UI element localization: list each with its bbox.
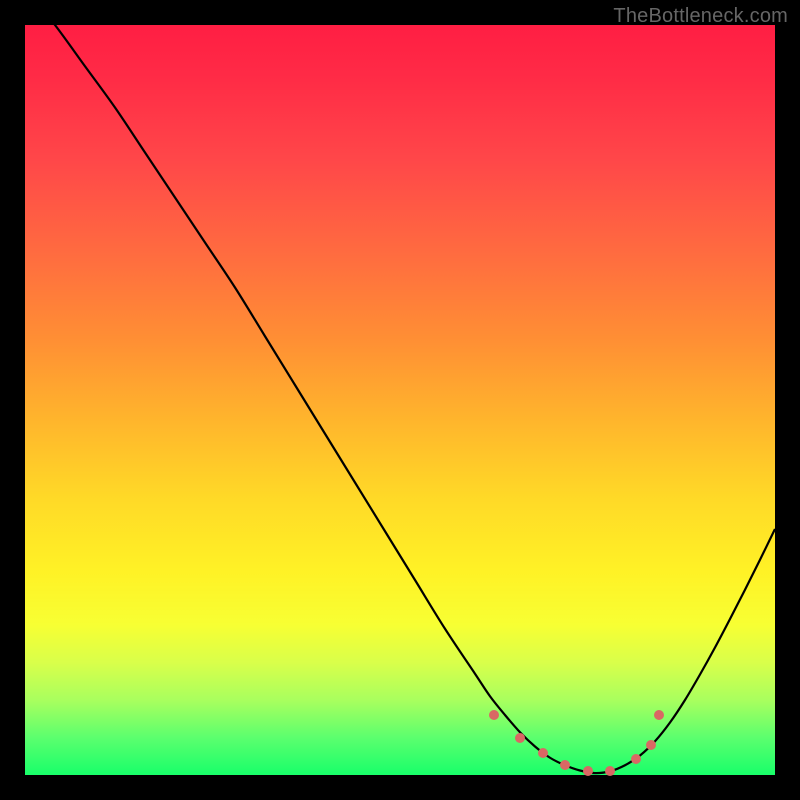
watermark-text: TheBottleneck.com [613,5,788,28]
curve-marker [489,710,499,720]
curve-marker [631,754,641,764]
plot-area [25,25,775,775]
curve-marker [646,740,656,750]
curve-svg [25,25,775,775]
curve-marker [538,748,548,758]
chart-container: TheBottleneck.com [0,0,800,800]
curve-marker [583,766,593,776]
curve-marker [654,710,664,720]
curve-marker [515,733,525,743]
curve-marker [605,766,615,776]
bottleneck-curve [25,25,775,773]
curve-marker [560,760,570,770]
